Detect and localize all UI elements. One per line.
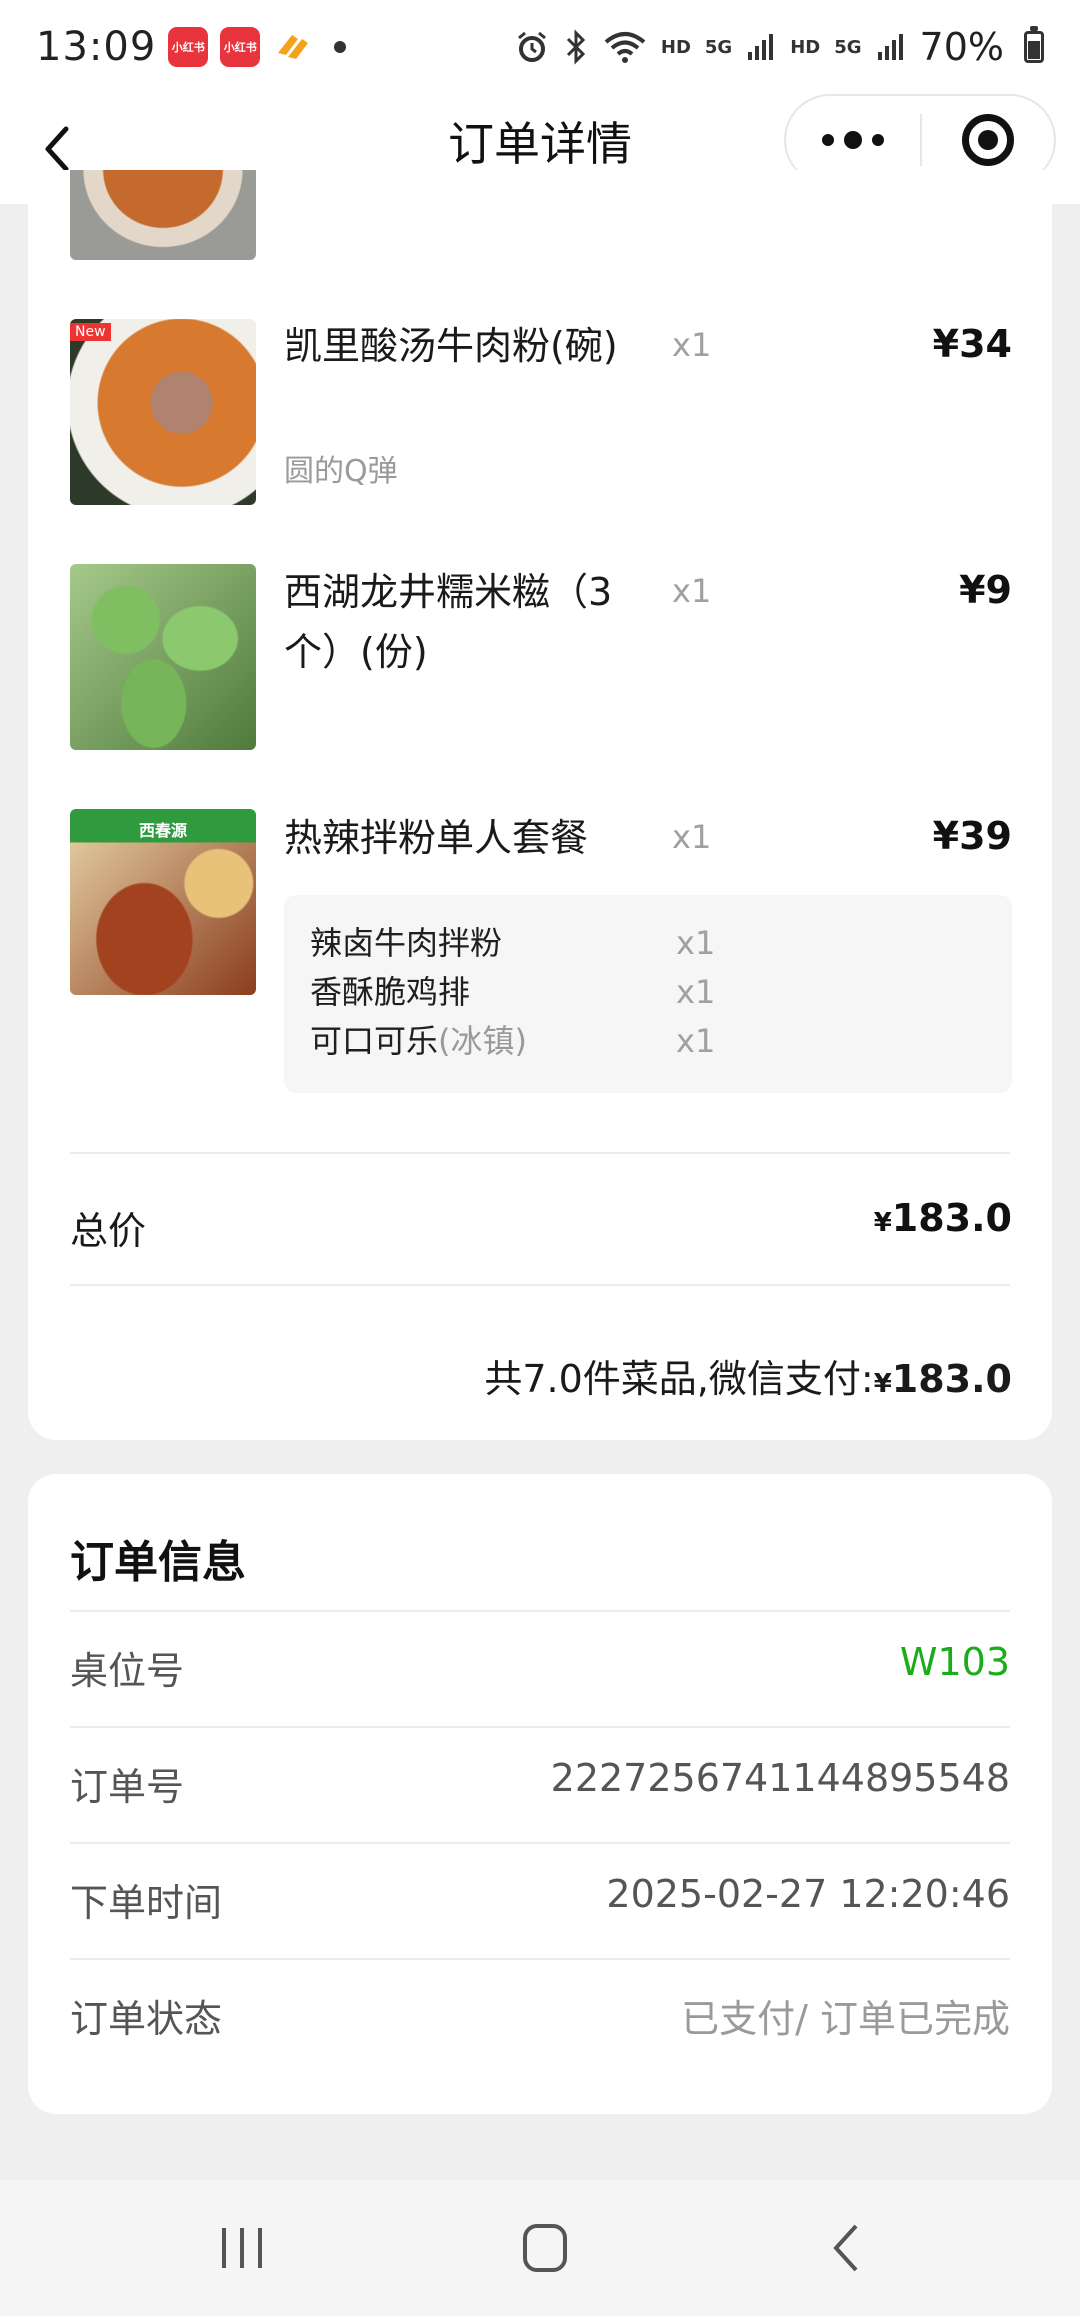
order-number[interactable]: 2227256741144895548 [551, 1756, 1010, 1800]
item-thumbnail: New [70, 319, 256, 505]
hd-indicator: HD [660, 36, 691, 58]
home-button[interactable] [505, 2218, 585, 2278]
total-amount: ¥183.0 [874, 1196, 1012, 1240]
app-notification-icon [272, 27, 312, 67]
item-name: 热辣拌粉单人套餐 [284, 816, 589, 860]
info-row-table: 桌位号 W103 [70, 1612, 1010, 1726]
table-number: W103 [899, 1640, 1010, 1684]
item-price: ¥9 [959, 568, 1012, 612]
battery-icon [1024, 26, 1044, 63]
target-icon [962, 114, 1014, 166]
system-nav-bar [0, 2180, 1080, 2316]
item-spec: 圆的Q弹 [284, 454, 398, 489]
total-label: 总价 [70, 1209, 147, 1253]
info-label: 桌位号 [70, 1649, 185, 1693]
back-arrow-icon [833, 2224, 858, 2272]
info-label: 订单状态 [70, 1997, 223, 2041]
recent-apps-icon [222, 2228, 262, 2268]
sub-item: 可口可乐(冰镇) x1 [310, 1017, 990, 1065]
order-status: 已支付/ 订单已完成 [681, 1997, 1010, 2041]
item-quantity: x1 [672, 326, 712, 364]
order-info-card: 订单信息 桌位号 W103 订单号 2227256741144895548 下单… [28, 1474, 1052, 2114]
hd-indicator: HD [790, 36, 821, 58]
payment-summary: 共7.0件菜品,微信支付:¥183.0 [484, 1348, 1012, 1403]
item-thumbnail [70, 170, 256, 260]
notification-dot-icon [334, 41, 347, 53]
battery-percent: 70% [919, 25, 1004, 69]
signal-icon [877, 34, 903, 60]
network-5g-indicator: 5G [704, 36, 733, 58]
payment-amount: 183.0 [891, 1357, 1012, 1401]
item-thumbnail: 西春源 [70, 809, 256, 995]
sub-item-name: 可口可乐 [310, 1022, 439, 1060]
sub-item: 辣卤牛肉拌粉 x1 [310, 919, 990, 967]
sub-item: 香酥脆鸡排 x1 [310, 968, 990, 1016]
brand-logo: 西春源 [138, 821, 188, 840]
close-mini-program-button[interactable] [922, 114, 1054, 166]
item-quantity: x1 [672, 818, 712, 856]
item-quantity: x1 [672, 572, 712, 610]
sub-item-quantity: x1 [676, 973, 716, 1011]
order-time: 2025-02-27 12:20:46 [606, 1872, 1010, 1916]
wifi-icon [604, 32, 646, 63]
item-thumbnail [70, 564, 256, 750]
new-badge: New [70, 323, 111, 341]
status-right: HD 5G HD 5G 70% [515, 25, 1044, 69]
info-label: 订单号 [70, 1765, 185, 1809]
network-5g-indicator: 5G [834, 36, 862, 58]
item-price: ¥34 [932, 322, 1012, 366]
sub-item-name: 香酥脆鸡排 [310, 973, 471, 1011]
total-amount-value: 183.0 [891, 1196, 1012, 1240]
xiaohongshu-icon: 小红书 [220, 27, 261, 67]
item-name: 西湖龙井糯米糍（3个）(份) [284, 570, 613, 674]
status-bar: 13:09 小红书 小红书 HD 5G HD 5G 70% [0, 0, 1080, 94]
signal-icon [748, 34, 774, 60]
more-dots-icon [822, 134, 834, 146]
recent-apps-button[interactable] [202, 2218, 282, 2278]
sub-item-quantity: x1 [676, 1022, 716, 1060]
info-row-order-number: 订单号 2227256741144895548 [70, 1728, 1010, 1842]
info-row-order-status: 订单状态 已支付/ 订单已完成 [70, 1960, 1010, 2074]
order-items-card: New 凯里酸汤牛肉粉(碗) 圆的Q弹 x1 ¥34 西湖龙井糯米糍（3个）(份… [28, 170, 1052, 1440]
xiaohongshu-icon: 小红书 [168, 27, 209, 67]
item-name: 凯里酸汤牛肉粉(碗) [284, 324, 618, 368]
currency-symbol: ¥ [873, 1208, 892, 1238]
sub-item-quantity: x1 [676, 924, 716, 962]
divider [70, 1152, 1010, 1154]
item-price: ¥39 [932, 814, 1012, 858]
order-info-title: 订单信息 [70, 1537, 246, 1588]
bluetooth-icon [566, 29, 585, 65]
info-label: 下单时间 [70, 1881, 223, 1925]
currency-symbol: ¥ [873, 1369, 892, 1399]
home-icon [523, 2224, 567, 2272]
sub-item-name: 辣卤牛肉拌粉 [310, 924, 503, 962]
status-time: 13:09 [36, 24, 157, 70]
info-row-order-time: 下单时间 2025-02-27 12:20:46 [70, 1844, 1010, 1958]
alarm-icon [517, 31, 546, 62]
combo-sub-items: 辣卤牛肉拌粉 x1 香酥脆鸡排 x1 可口可乐(冰镇) x1 [284, 895, 1012, 1093]
payment-summary-text: 共7.0件菜品,微信支付: [484, 1357, 874, 1401]
divider [70, 1284, 1010, 1286]
system-back-button[interactable] [808, 2218, 888, 2278]
sub-item-note: (冰镇) [438, 1022, 527, 1060]
